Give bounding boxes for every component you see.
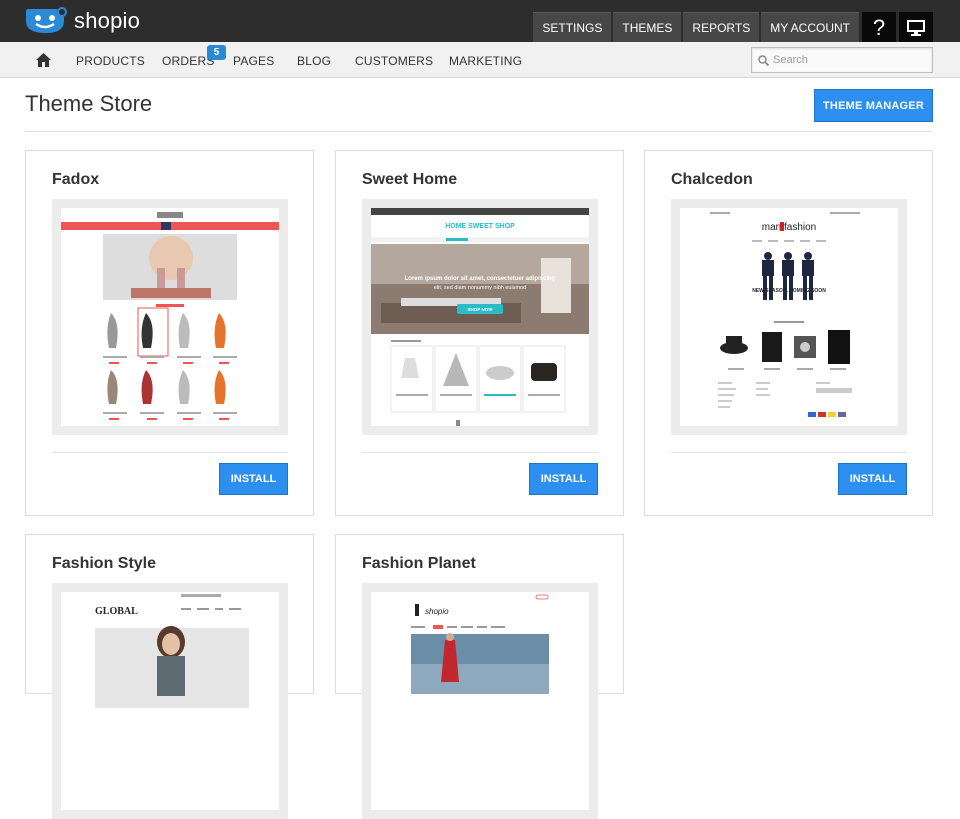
storefront-button[interactable] bbox=[899, 12, 933, 42]
theme-preview-sweet-home[interactable]: HOME SWEET SHOP Lorem ipsum dolor sit am… bbox=[362, 199, 598, 435]
search-box[interactable] bbox=[751, 47, 933, 73]
card-divider bbox=[52, 452, 288, 453]
card-divider bbox=[362, 452, 598, 453]
install-button[interactable]: INSTALL bbox=[838, 463, 907, 495]
preview-screenshot: HOME SWEET SHOP Lorem ipsum dolor sit am… bbox=[371, 208, 589, 426]
preview-brand: man fashion bbox=[762, 222, 816, 233]
home-button[interactable] bbox=[36, 53, 51, 72]
preview-brand: shopio bbox=[425, 607, 449, 616]
preview-screenshot: GLOBAL bbox=[61, 592, 279, 810]
app-name: shopio bbox=[74, 8, 141, 33]
theme-name: Fadox bbox=[52, 171, 100, 188]
theme-card-fashion-planet: Fashion Planet shopio bbox=[335, 534, 624, 819]
theme-name: Chalcedon bbox=[671, 171, 753, 188]
preview-hero-text: Lorem ipsum dolor sit amet, consectetuer… bbox=[405, 276, 556, 282]
preview-screenshot: shopio bbox=[371, 592, 589, 810]
nav-blog[interactable]: BLOG bbox=[297, 54, 331, 68]
settings-link[interactable]: SETTINGS bbox=[533, 12, 612, 42]
nav-marketing[interactable]: MARKETING bbox=[449, 54, 522, 68]
page-title: Theme Store bbox=[25, 91, 153, 116]
sweet-home-preview-graphic: HOME SWEET SHOP Lorem ipsum dolor sit am… bbox=[371, 208, 589, 426]
preview-brand: GLOBAL bbox=[95, 606, 138, 617]
theme-card-fashion-style: Fashion Style GLOBAL bbox=[25, 534, 314, 819]
themes-link[interactable]: THEMES bbox=[613, 12, 682, 42]
fadox-preview-graphic bbox=[61, 208, 279, 420]
theme-card-sweet-home: Sweet Home HOME SWEET SHOP Lorem ipsum d… bbox=[335, 150, 624, 516]
preview-brand: HOME SWEET SHOP bbox=[445, 223, 515, 230]
preview-screenshot bbox=[61, 208, 279, 426]
main-navigation: PRODUCTS ORDERS 5 PAGES BLOG CUSTOMERS M… bbox=[0, 42, 960, 78]
top-navigation: SETTINGS THEMES REPORTS MY ACCOUNT ? bbox=[531, 12, 933, 42]
fashion-style-preview-graphic: GLOBAL bbox=[95, 594, 249, 708]
theme-name: Sweet Home bbox=[362, 171, 458, 188]
theme-manager-button[interactable]: THEME MANAGER bbox=[814, 89, 933, 122]
install-button[interactable]: INSTALL bbox=[529, 463, 598, 495]
monitor-icon bbox=[907, 19, 925, 36]
search-input[interactable] bbox=[773, 54, 923, 66]
install-button[interactable]: INSTALL bbox=[219, 463, 288, 495]
shopio-logo[interactable]: shopio bbox=[24, 6, 140, 36]
top-bar: shopio SETTINGS THEMES REPORTS MY ACCOUN… bbox=[0, 0, 960, 42]
nav-products[interactable]: PRODUCTS bbox=[76, 54, 145, 68]
help-button[interactable]: ? bbox=[862, 12, 896, 42]
search-icon bbox=[758, 54, 769, 66]
nav-pages[interactable]: PAGES bbox=[233, 54, 274, 68]
home-icon bbox=[36, 53, 51, 67]
nav-customers[interactable]: CUSTOMERS bbox=[355, 54, 433, 68]
preview-hero-subtext: elit, sed diam nonummy nibh euismod bbox=[434, 285, 526, 291]
reports-link[interactable]: REPORTS bbox=[683, 12, 760, 42]
header-divider bbox=[25, 131, 933, 132]
theme-name: Fashion Planet bbox=[362, 555, 476, 572]
preview-cta: SHOP NOW bbox=[468, 307, 494, 312]
preview-tagline: NEW SEASON. COMING SOON bbox=[752, 288, 826, 294]
theme-preview-fashion-planet[interactable]: shopio bbox=[362, 583, 598, 819]
chalcedon-preview-graphic: man fashion NEW SEASON. COMING SOON bbox=[710, 212, 860, 417]
theme-card-chalcedon: Chalcedon man fashion NEW SEASON. COMING… bbox=[644, 150, 933, 516]
theme-preview-chalcedon[interactable]: man fashion NEW SEASON. COMING SOON bbox=[671, 199, 907, 435]
theme-card-fadox: Fadox INSTALL bbox=[25, 150, 314, 516]
shopio-logo-icon bbox=[26, 7, 67, 33]
card-divider bbox=[671, 452, 907, 453]
theme-preview-fashion-style[interactable]: GLOBAL bbox=[52, 583, 288, 819]
orders-count-badge: 5 bbox=[207, 45, 226, 60]
my-account-link[interactable]: MY ACCOUNT bbox=[761, 12, 859, 42]
theme-name: Fashion Style bbox=[52, 555, 157, 572]
preview-screenshot: man fashion NEW SEASON. COMING SOON bbox=[680, 208, 898, 426]
fashion-planet-preview-graphic: shopio bbox=[411, 594, 549, 694]
theme-preview-fadox[interactable] bbox=[52, 199, 288, 435]
